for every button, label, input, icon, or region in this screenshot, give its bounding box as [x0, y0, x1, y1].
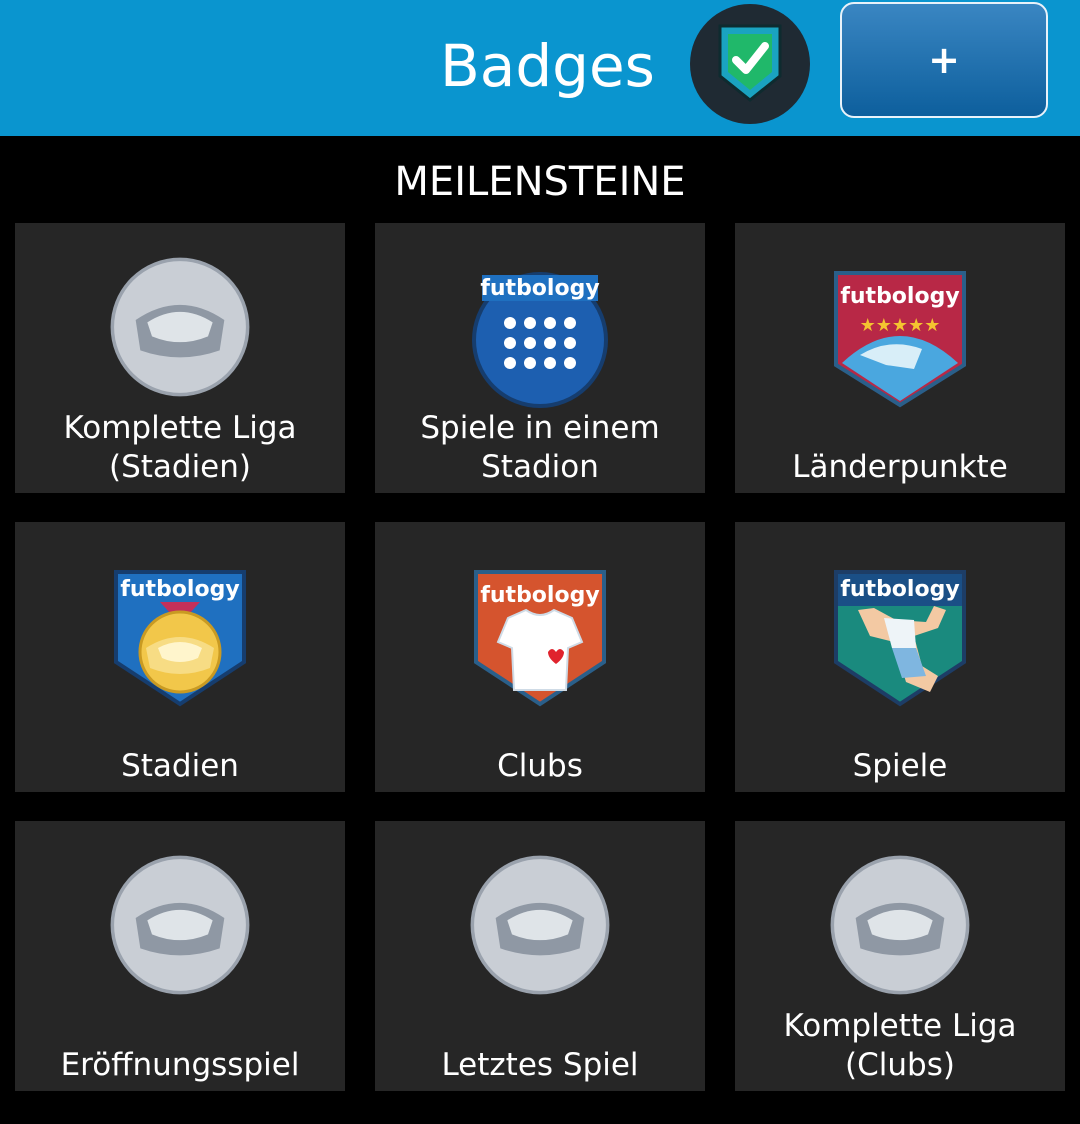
globe-badge-icon: futbology ★★★★★ — [834, 271, 966, 408]
badge-label: Stadien — [121, 748, 239, 784]
badge-tile[interactable]: futbology Clubs — [375, 522, 705, 792]
svg-text:futbology: futbology — [120, 577, 239, 602]
celebration-badge-icon: futbology — [834, 570, 966, 707]
status-badge[interactable] — [690, 4, 810, 124]
svg-text:★★★★★: ★★★★★ — [860, 315, 941, 336]
stadium-placeholder-icon — [110, 855, 250, 995]
top-bar: Badges + — [0, 0, 1080, 136]
section-title: MEILENSTEINE — [394, 159, 686, 205]
svg-text:futbology: futbology — [840, 284, 959, 309]
badge-tile[interactable]: futbology ★★★★★ Länderpunkte — [735, 223, 1065, 493]
badge-tile[interactable]: futbology Spiele — [735, 522, 1065, 792]
stadium-placeholder-icon — [470, 855, 610, 995]
badge-label: Komplette Liga (Clubs) — [783, 1008, 1017, 1083]
stadium-placeholder-icon — [830, 855, 970, 995]
badge-tile[interactable]: Letztes Spiel — [375, 821, 705, 1091]
badge-tile[interactable]: futbology Spiele in einem Stadion — [375, 223, 705, 493]
badge-tile[interactable]: Eröffnungsspiel — [15, 821, 345, 1091]
badge-label: Eröffnungsspiel — [60, 1047, 300, 1083]
jersey-badge-icon: futbology — [474, 570, 606, 707]
add-button[interactable]: + — [840, 2, 1048, 118]
svg-text:futbology: futbology — [480, 583, 599, 608]
badge-tile[interactable]: Komplette Liga (Stadien) — [15, 223, 345, 493]
stadium-medal-badge-icon: futbology — [114, 570, 246, 707]
stadium-placeholder-icon — [110, 257, 250, 397]
badge-label: Clubs — [497, 748, 583, 784]
badge-label: Länderpunkte — [792, 449, 1008, 485]
svg-text:futbology: futbology — [480, 276, 599, 301]
badge-tile[interactable]: Komplette Liga (Clubs) — [735, 821, 1065, 1091]
shield-check-icon — [718, 24, 782, 102]
badge-tile[interactable]: futbology Stadien — [15, 522, 345, 792]
svg-text:futbology: futbology — [840, 577, 959, 602]
badge-label: Letztes Spiel — [441, 1047, 639, 1083]
floodlight-badge-icon: futbology — [472, 272, 608, 408]
page-title: Badges — [440, 32, 655, 100]
badge-label: Spiele in einem Stadion — [420, 410, 660, 485]
badge-label: Komplette Liga (Stadien) — [63, 410, 297, 485]
badge-label: Spiele — [852, 748, 948, 784]
